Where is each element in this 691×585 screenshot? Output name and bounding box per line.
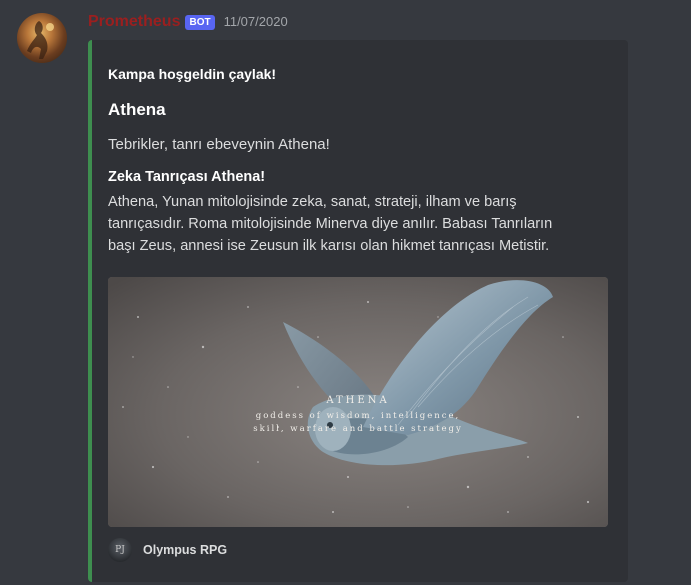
message-header: Prometheus BOT 11/07/2020 [88,11,288,33]
embed-card: Kampa hoşgeldin çaylak! Athena Tebrikler… [88,40,628,582]
image-caption-line: goddess of wisdom, intelligence, [255,411,461,421]
chat-message: Prometheus BOT 11/07/2020 Kampa hoşgeldi… [0,0,691,585]
bot-avatar[interactable] [17,13,67,63]
embed-description: Tebrikler, tanrı ebeveynin Athena! [108,136,330,153]
field-value-line: Athena, Yunan mitolojisinde zeka, sanat,… [108,194,517,210]
field-value-line: başı Zeus, annesi ise Zeusun ilk karısı … [108,238,550,254]
timestamp: 11/07/2020 [223,14,288,29]
field-value-line: tanrıçasıdır. Roma mitolojisinde Minerva… [108,216,553,232]
image-caption-line: skill, warfare and battle strategy [253,424,463,434]
embed-footer: PJ Olympus RPG [108,538,227,562]
image-caption-title: ATHENA [326,395,390,406]
bot-badge: BOT [185,14,215,30]
embed-title: Athena [108,100,166,119]
footer-text: Olympus RPG [143,543,228,557]
embed-field-value: Athena, Yunan mitolojisinde zeka, sanat,… [108,191,613,257]
embed-field-name: Zeka Tanrıçası Athena! [108,169,266,185]
embed-image[interactable]: ATHENA goddess of wisdom, intelligence, … [108,277,608,527]
embed-author: Kampa hoşgeldin çaylak! [108,66,277,82]
footer-icon: PJ [108,538,132,562]
username[interactable]: Prometheus [88,11,180,33]
